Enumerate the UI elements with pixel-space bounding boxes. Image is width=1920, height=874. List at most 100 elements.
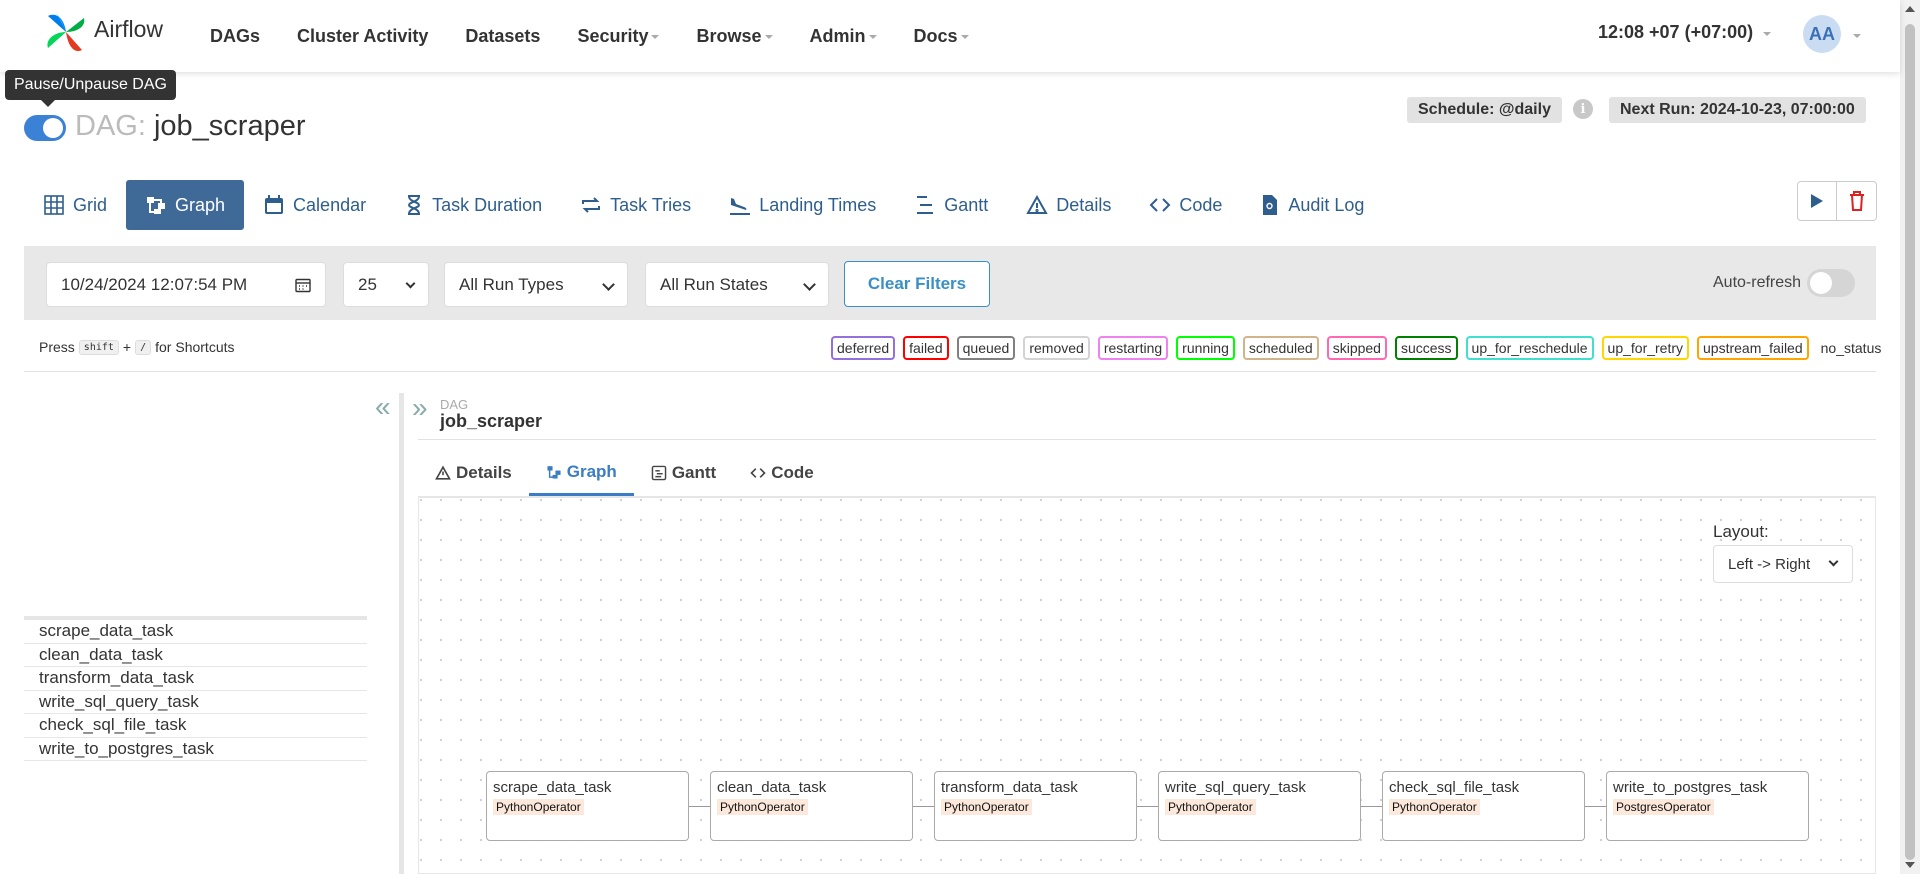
layout-select[interactable]: Left -> Right [1713, 545, 1853, 583]
pause-toggle[interactable] [24, 115, 66, 141]
nav-docs[interactable]: Docs [914, 26, 969, 47]
panel-tab-code[interactable]: Code [733, 450, 831, 496]
panel-tab-graph[interactable]: Graph [528, 450, 634, 496]
legend-failed[interactable]: failed [903, 336, 949, 360]
gantt-icon [651, 465, 667, 481]
num-runs-select[interactable]: 25 [343, 262, 429, 307]
scroll-up-icon[interactable] [1905, 6, 1915, 12]
legend-skipped[interactable]: skipped [1326, 336, 1387, 360]
clock-label: 12:08 +07 (+07:00) [1598, 22, 1754, 42]
graph-node[interactable]: write_sql_query_task PythonOperator [1158, 771, 1361, 841]
tab-details[interactable]: Details [1007, 180, 1130, 230]
task-row[interactable]: transform_data_task [24, 667, 367, 691]
file-search-icon [1263, 195, 1278, 215]
tab-gantt[interactable]: Gantt [895, 180, 1007, 230]
task-list: scrape_data_task clean_data_task transfo… [24, 616, 367, 761]
panel-tab-details-label: Details [456, 463, 512, 482]
task-row[interactable]: write_to_postgres_task [24, 738, 367, 761]
legend-no-status[interactable]: no_status [1816, 338, 1886, 358]
run-states-select[interactable]: All Run States [645, 262, 829, 307]
graph-node[interactable]: scrape_data_task PythonOperator [486, 771, 689, 841]
warning-triangle-icon [435, 465, 451, 480]
calendar-icon[interactable] [295, 277, 311, 293]
graph-node[interactable]: check_sql_file_task PythonOperator [1382, 771, 1585, 841]
collapse-left-icon[interactable]: « [375, 391, 391, 423]
run-types-select[interactable]: All Run Types [444, 262, 628, 307]
panel-tab-details[interactable]: Details [418, 450, 529, 496]
scrollbar-thumb[interactable] [1905, 24, 1915, 860]
tab-code[interactable]: Code [1130, 180, 1241, 230]
layout-value: Left -> Right [1728, 555, 1811, 573]
repeat-icon [582, 197, 601, 213]
panel-tab-gantt[interactable]: Gantt [634, 450, 733, 496]
tab-task-tries[interactable]: Task Tries [561, 180, 710, 230]
graph-edge [913, 806, 934, 807]
tab-graph[interactable]: Graph [126, 180, 245, 230]
dag-id: job_scraper [153, 110, 306, 142]
page-scrollbar[interactable] [1900, 0, 1920, 874]
info-icon[interactable]: i [1573, 99, 1593, 119]
grid-icon [44, 195, 64, 215]
shortcuts-hint: Press shift + / for Shortcuts [39, 339, 235, 355]
trigger-dag-button[interactable] [1797, 181, 1837, 221]
graph-icon [547, 465, 561, 479]
user-avatar[interactable]: AA [1803, 15, 1841, 53]
view-tabs: Grid Graph Calendar Task Duration Task T… [24, 180, 1383, 230]
caret-down-icon[interactable] [1853, 34, 1861, 38]
nav-dags[interactable]: DAGs [210, 26, 260, 47]
toggle-knob [43, 118, 63, 138]
state-legend: deferred failed queued removed restartin… [831, 336, 1893, 360]
filter-bar: 10/24/2024 12:07:54 PM 25 All Run Types … [24, 246, 1876, 320]
panel-resize-handle[interactable] [399, 393, 404, 874]
legend-removed[interactable]: removed [1023, 336, 1090, 360]
execution-date-input[interactable]: 10/24/2024 12:07:54 PM [46, 262, 326, 307]
run-types-value: All Run Types [459, 274, 564, 294]
nav-datasets-label: Datasets [465, 25, 541, 46]
tab-landing-times-label: Landing Times [759, 194, 877, 215]
legend-deferred[interactable]: deferred [831, 336, 896, 360]
shortcuts-suffix: for Shortcuts [155, 339, 235, 355]
timezone-clock[interactable]: 12:08 +07 (+07:00) [1598, 22, 1772, 43]
task-row[interactable]: write_sql_query_task [24, 691, 367, 714]
nav-cluster-activity-label: Cluster Activity [297, 25, 429, 46]
task-row[interactable]: check_sql_file_task [24, 714, 367, 738]
scroll-down-icon[interactable] [1905, 862, 1915, 868]
nav-admin[interactable]: Admin [810, 26, 877, 47]
legend-up-for-reschedule[interactable]: up_for_reschedule [1465, 336, 1594, 360]
legend-success[interactable]: success [1394, 336, 1458, 360]
graph-node[interactable]: write_to_postgres_task PostgresOperator [1606, 771, 1809, 841]
nav-datasets[interactable]: Datasets [465, 26, 540, 47]
node-operator-badge: PythonOperator [1389, 799, 1480, 815]
delete-dag-button[interactable] [1837, 181, 1877, 221]
tab-audit-log[interactable]: Audit Log [1241, 180, 1383, 230]
autorefresh-toggle[interactable] [1807, 269, 1855, 297]
nav-security[interactable]: Security [577, 26, 660, 47]
nav-browse[interactable]: Browse [696, 26, 773, 47]
legend-restarting[interactable]: restarting [1097, 336, 1169, 360]
legend-queued[interactable]: queued [956, 336, 1016, 360]
caret-down-icon [651, 35, 660, 39]
next-run-badge: Next Run: 2024-10-23, 07:00:00 [1609, 97, 1866, 123]
legend-running[interactable]: running [1176, 336, 1235, 360]
clear-filters-button[interactable]: Clear Filters [844, 261, 990, 307]
legend-up-for-retry[interactable]: up_for_retry [1601, 336, 1690, 360]
nav-cluster-activity[interactable]: Cluster Activity [297, 26, 428, 47]
panel-dag-name[interactable]: job_scraper [440, 411, 542, 432]
tab-landing-times[interactable]: Landing Times [710, 180, 895, 230]
tab-task-tries-label: Task Tries [610, 194, 692, 215]
task-row[interactable]: scrape_data_task [24, 620, 367, 644]
tab-calendar[interactable]: Calendar [244, 180, 385, 230]
graph-node[interactable]: transform_data_task PythonOperator [934, 771, 1137, 841]
nav-docs-label: Docs [913, 25, 958, 46]
tab-task-duration[interactable]: Task Duration [385, 180, 561, 230]
airflow-logo[interactable]: Airflow [42, 8, 163, 56]
graph-node[interactable]: clean_data_task PythonOperator [710, 771, 913, 841]
task-row[interactable]: clean_data_task [24, 644, 367, 667]
shortcuts-press: Press [39, 339, 75, 355]
node-task-name: write_to_postgres_task [1613, 779, 1768, 796]
tab-grid[interactable]: Grid [24, 180, 126, 230]
tab-grid-label: Grid [73, 194, 108, 215]
legend-scheduled[interactable]: scheduled [1242, 336, 1319, 360]
legend-upstream-failed[interactable]: upstream_failed [1697, 336, 1809, 360]
expand-right-icon[interactable]: » [412, 392, 428, 424]
